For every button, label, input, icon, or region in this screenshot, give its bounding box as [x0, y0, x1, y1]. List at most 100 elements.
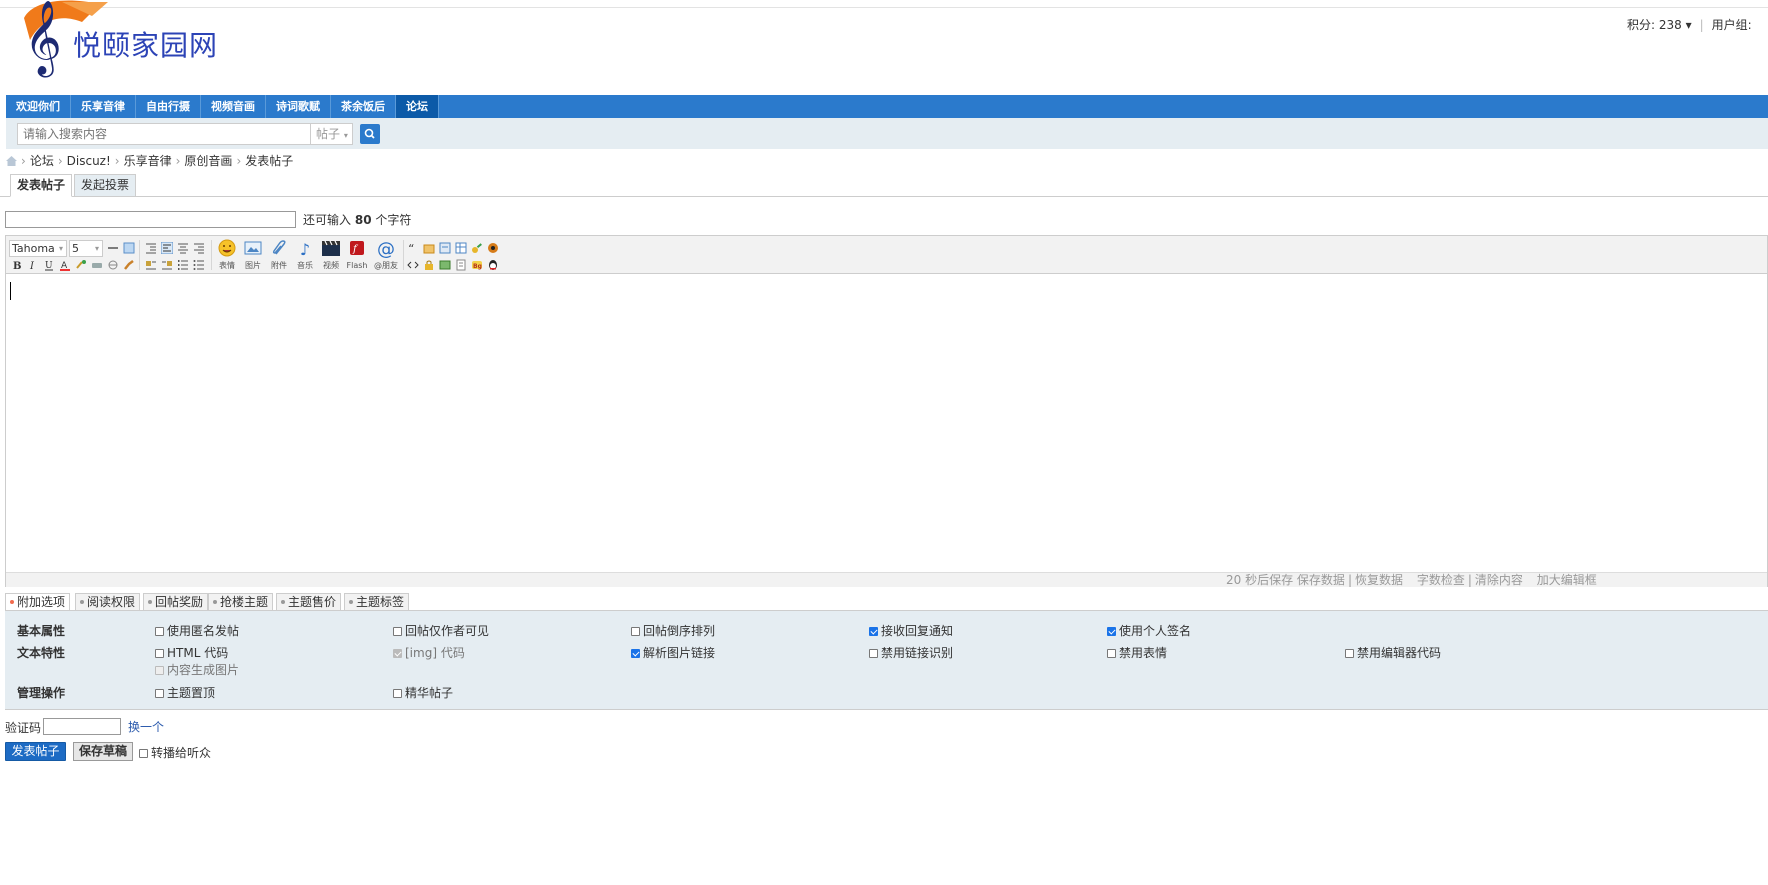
nav-item-forum[interactable]: 论坛	[396, 95, 439, 118]
checkbox-checked[interactable]	[1107, 627, 1116, 636]
horizontal-rule-icon[interactable]	[107, 242, 119, 254]
save-data-link[interactable]: 保存数据	[1297, 573, 1345, 587]
search-input[interactable]	[17, 123, 311, 145]
restore-data-link[interactable]: 恢复数据	[1355, 573, 1403, 587]
qq-icon[interactable]	[487, 259, 499, 271]
page-break-icon[interactable]	[455, 259, 467, 271]
tab-new-thread[interactable]: 发表帖子	[10, 174, 73, 197]
tab-new-poll[interactable]: 发起投票	[74, 174, 137, 197]
nav-item-music[interactable]: 乐享音律	[71, 95, 136, 118]
checkbox[interactable]	[393, 627, 402, 636]
table-icon[interactable]	[455, 242, 467, 254]
breadcrumb-item-forum[interactable]: 论坛	[30, 154, 54, 168]
disable-editor-code-option[interactable]: 禁用编辑器代码	[1345, 644, 1441, 661]
unordered-list-icon[interactable]	[193, 259, 205, 271]
tab-thread-tags[interactable]: 主题标签	[344, 593, 410, 611]
clear-content-link[interactable]: 清除内容	[1475, 573, 1523, 587]
anonymous-post-option[interactable]: 使用匿名发帖	[155, 622, 239, 639]
checkbox-checked[interactable]	[869, 627, 878, 636]
enlarge-editor-link[interactable]: 加大编辑框	[1537, 573, 1597, 587]
nav-item-leisure[interactable]: 茶余饭后	[331, 95, 396, 118]
checkbox[interactable]	[155, 689, 164, 698]
outdent-icon[interactable]	[145, 242, 157, 254]
parse-image-link-option[interactable]: 解析图片链接	[631, 644, 715, 661]
align-right-icon[interactable]	[193, 242, 205, 254]
save-draft-button[interactable]: 保存草稿	[73, 742, 133, 761]
breadcrumb-item-music[interactable]: 乐享音律	[124, 154, 172, 168]
free-content-icon[interactable]	[423, 242, 435, 254]
emoji-button[interactable]: 表情	[215, 239, 239, 271]
brush-icon[interactable]	[123, 259, 135, 271]
use-signature-option[interactable]: 使用个人签名	[1107, 622, 1191, 639]
captcha-refresh-link[interactable]: 换一个	[128, 718, 164, 735]
nav-item-welcome[interactable]: 欢迎你们	[6, 95, 71, 118]
background-color-icon[interactable]	[123, 242, 135, 254]
italic-icon[interactable]: I	[27, 259, 39, 271]
password-icon[interactable]	[471, 242, 483, 254]
hide-content-icon[interactable]	[439, 242, 451, 254]
float-left-icon[interactable]	[145, 259, 157, 271]
nav-item-video[interactable]: 视频音画	[201, 95, 266, 118]
tab-read-permission[interactable]: 阅读权限	[75, 593, 141, 611]
align-center-icon[interactable]	[177, 242, 189, 254]
unlink-icon[interactable]	[91, 259, 103, 271]
checkbox[interactable]	[1345, 649, 1354, 658]
attachment-button[interactable]: 附件	[267, 239, 291, 271]
video-button[interactable]: 视频	[319, 239, 343, 271]
captcha-input[interactable]	[43, 718, 121, 735]
html-code-option[interactable]: HTML 代码	[155, 644, 228, 661]
bbcode-icon[interactable]: Bg	[471, 259, 483, 271]
checkbox[interactable]	[869, 649, 878, 658]
reverse-order-option[interactable]: 回帖倒序排列	[631, 622, 715, 639]
editor-textarea[interactable]	[6, 274, 1767, 572]
align-left-icon[interactable]	[161, 242, 173, 254]
locked-content-icon[interactable]	[423, 259, 435, 271]
underline-icon[interactable]: U	[43, 259, 55, 271]
ordered-list-icon[interactable]	[177, 259, 189, 271]
sticky-thread-option[interactable]: 主题置顶	[155, 684, 215, 701]
breadcrumb-item-discuz[interactable]: Discuz!	[67, 154, 111, 168]
checkbox[interactable]	[393, 689, 402, 698]
gallery-icon[interactable]	[439, 259, 451, 271]
broadcast-option[interactable]: 转播给听众	[139, 744, 211, 761]
image-button[interactable]: 图片	[241, 239, 265, 271]
tab-floor-rush[interactable]: 抢楼主题	[208, 593, 274, 611]
search-button[interactable]	[360, 124, 380, 144]
nav-item-travel-photo[interactable]: 自由行摄	[136, 95, 201, 118]
word-count-link[interactable]: 字数检查	[1417, 573, 1465, 587]
tab-extra-options[interactable]: 附加选项	[5, 593, 71, 611]
tab-thread-price[interactable]: 主题售价	[276, 593, 342, 611]
disable-link-detect-option[interactable]: 禁用链接识别	[869, 644, 953, 661]
site-logo[interactable]: 𝄞 悦颐家园网	[18, 0, 248, 88]
remove-format-icon[interactable]	[107, 259, 119, 271]
code-icon[interactable]	[407, 259, 419, 271]
checkbox[interactable]	[155, 649, 164, 658]
disable-smilies-option[interactable]: 禁用表情	[1107, 644, 1167, 661]
reply-author-only-option[interactable]: 回帖仅作者可见	[393, 622, 489, 639]
checkbox[interactable]	[139, 749, 148, 758]
breadcrumb-item-original[interactable]: 原创音画	[184, 154, 232, 168]
checkbox[interactable]	[155, 627, 164, 636]
search-type-select[interactable]: 帖子 ▾	[310, 123, 353, 145]
font-family-select[interactable]: Tahoma ▾	[9, 240, 67, 257]
digest-thread-option[interactable]: 精华帖子	[393, 684, 453, 701]
checkbox-checked[interactable]	[631, 649, 640, 658]
quote-icon[interactable]: “	[407, 242, 419, 254]
subject-input[interactable]	[5, 211, 296, 228]
flash-button[interactable]: f Flash	[345, 239, 369, 271]
font-size-select[interactable]: 5 ▾	[69, 240, 103, 257]
mention-button[interactable]: @ @朋友	[372, 239, 400, 271]
sticker-icon[interactable]	[487, 242, 499, 254]
points-link[interactable]: 积分: 238 ▾	[1627, 18, 1692, 32]
tab-reply-reward[interactable]: 回帖奖励	[143, 593, 209, 611]
font-color-icon[interactable]: A	[59, 259, 71, 271]
checkbox[interactable]	[631, 627, 640, 636]
bold-icon[interactable]: B	[11, 259, 23, 271]
checkbox[interactable]	[1107, 649, 1116, 658]
submit-post-button[interactable]: 发表帖子	[5, 742, 66, 761]
music-button[interactable]: ♪ 音乐	[293, 239, 317, 271]
link-icon[interactable]	[75, 259, 87, 271]
reply-notify-option[interactable]: 接收回复通知	[869, 622, 953, 639]
home-icon[interactable]	[6, 156, 17, 166]
float-right-icon[interactable]	[161, 259, 173, 271]
